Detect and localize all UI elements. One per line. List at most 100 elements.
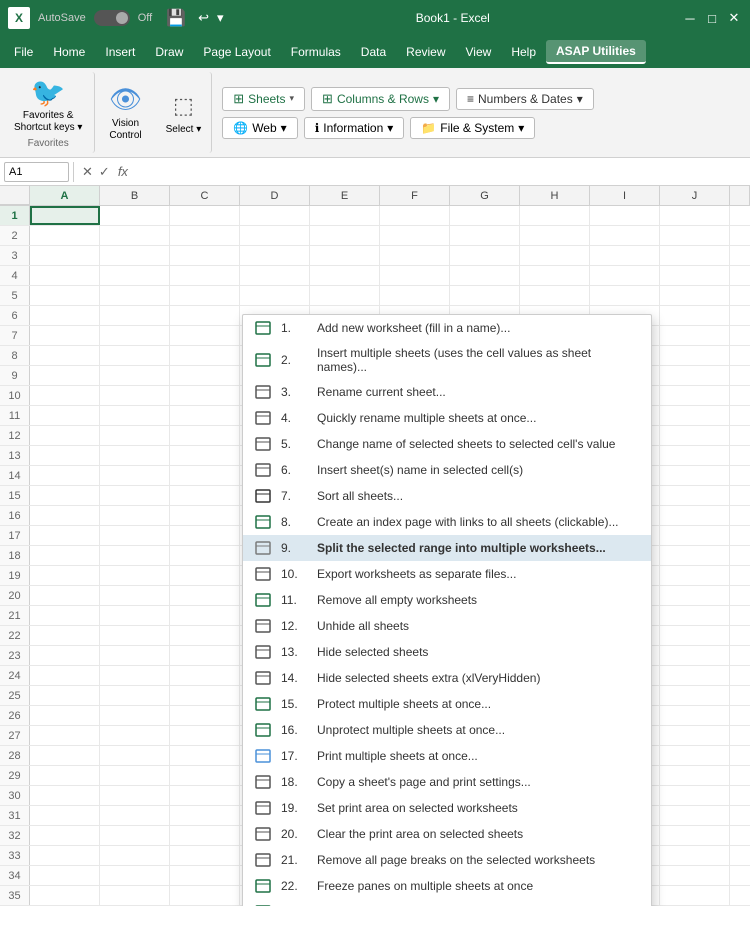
row-number[interactable]: 23 <box>0 646 30 665</box>
grid-cell[interactable] <box>100 246 170 265</box>
grid-cell[interactable] <box>100 546 170 565</box>
grid-cell[interactable] <box>100 686 170 705</box>
grid-cell[interactable] <box>380 226 450 245</box>
row-number[interactable]: 7 <box>0 326 30 345</box>
menu-review[interactable]: Review <box>396 41 455 63</box>
grid-cell[interactable] <box>660 486 730 505</box>
grid-cell[interactable] <box>170 726 240 745</box>
favorites-button[interactable]: 🐦 Favorites &Shortcut keys ▾ Favorites <box>8 72 95 153</box>
grid-cell[interactable] <box>100 286 170 305</box>
row-number[interactable]: 20 <box>0 586 30 605</box>
grid-cell[interactable] <box>310 226 380 245</box>
grid-cell[interactable] <box>170 246 240 265</box>
grid-cell[interactable] <box>590 226 660 245</box>
menu-asap-utilities[interactable]: ASAP Utilities <box>546 40 646 64</box>
grid-cell[interactable] <box>730 706 750 725</box>
grid-cell[interactable] <box>380 286 450 305</box>
grid-cell[interactable] <box>30 806 100 825</box>
grid-cell[interactable] <box>100 766 170 785</box>
grid-cell[interactable] <box>730 486 750 505</box>
grid-cell[interactable] <box>30 686 100 705</box>
grid-cell[interactable] <box>450 286 520 305</box>
row-number[interactable]: 33 <box>0 846 30 865</box>
autosave-toggle[interactable] <box>94 10 130 26</box>
grid-cell[interactable] <box>730 866 750 885</box>
col-header-C[interactable]: C <box>170 186 240 205</box>
grid-cell[interactable] <box>100 226 170 245</box>
grid-cell[interactable] <box>30 866 100 885</box>
list-item[interactable]: 9.Split the selected range into multiple… <box>243 535 651 561</box>
grid-cell[interactable] <box>30 726 100 745</box>
grid-cell[interactable] <box>100 486 170 505</box>
row-number[interactable]: 12 <box>0 426 30 445</box>
maximize-button[interactable]: □ <box>704 10 720 26</box>
row-number[interactable]: 25 <box>0 686 30 705</box>
grid-cell[interactable] <box>170 806 240 825</box>
list-item[interactable]: 7.Sort all sheets... <box>243 483 651 509</box>
grid-cell[interactable] <box>100 846 170 865</box>
menu-view[interactable]: View <box>456 41 502 63</box>
grid-cell[interactable] <box>660 506 730 525</box>
grid-cell[interactable] <box>30 306 100 325</box>
list-item[interactable]: 21.Remove all page breaks on the selecte… <box>243 847 651 873</box>
grid-cell[interactable] <box>30 366 100 385</box>
grid-cell[interactable] <box>730 286 750 305</box>
grid-cell[interactable] <box>30 646 100 665</box>
grid-cell[interactable] <box>100 886 170 905</box>
grid-cell[interactable] <box>660 566 730 585</box>
grid-cell[interactable] <box>100 506 170 525</box>
grid-cell[interactable] <box>660 466 730 485</box>
row-number[interactable]: 8 <box>0 346 30 365</box>
grid-cell[interactable] <box>730 586 750 605</box>
grid-cell[interactable] <box>450 266 520 285</box>
grid-cell[interactable] <box>170 346 240 365</box>
grid-cell[interactable] <box>170 426 240 445</box>
grid-cell[interactable] <box>730 306 750 325</box>
grid-cell[interactable] <box>30 266 100 285</box>
list-item[interactable]: 20.Clear the print area on selected shee… <box>243 821 651 847</box>
row-number[interactable]: 16 <box>0 506 30 525</box>
grid-cell[interactable] <box>30 786 100 805</box>
grid-cell[interactable] <box>730 406 750 425</box>
information-button[interactable]: ℹ Information ▾ <box>304 117 405 139</box>
grid-cell[interactable] <box>170 386 240 405</box>
grid-cell[interactable] <box>730 686 750 705</box>
grid-cell[interactable] <box>30 766 100 785</box>
grid-cell[interactable] <box>310 246 380 265</box>
grid-cell[interactable] <box>590 246 660 265</box>
col-header-I[interactable]: I <box>590 186 660 205</box>
close-button[interactable]: ✕ <box>726 10 742 26</box>
menu-insert[interactable]: Insert <box>95 41 145 63</box>
grid-cell[interactable] <box>660 826 730 845</box>
web-button[interactable]: 🌐 Web ▾ <box>222 117 297 139</box>
grid-cell[interactable] <box>660 606 730 625</box>
grid-cell[interactable] <box>100 446 170 465</box>
grid-cell[interactable] <box>100 566 170 585</box>
grid-cell[interactable] <box>660 526 730 545</box>
menu-home[interactable]: Home <box>43 41 95 63</box>
col-header-K[interactable]: K <box>730 186 750 205</box>
grid-cell[interactable] <box>30 526 100 545</box>
grid-cell[interactable] <box>170 866 240 885</box>
grid-cell[interactable] <box>30 406 100 425</box>
grid-cell[interactable] <box>170 366 240 385</box>
list-item[interactable]: 2.Insert multiple sheets (uses the cell … <box>243 341 651 379</box>
grid-cell[interactable] <box>520 206 590 225</box>
grid-cell[interactable] <box>30 606 100 625</box>
list-item[interactable]: 19.Set print area on selected worksheets <box>243 795 651 821</box>
grid-cell[interactable] <box>660 646 730 665</box>
grid-cell[interactable] <box>730 346 750 365</box>
grid-cell[interactable] <box>170 586 240 605</box>
menu-formulas[interactable]: Formulas <box>281 41 351 63</box>
grid-cell[interactable] <box>30 346 100 365</box>
row-number[interactable]: 3 <box>0 246 30 265</box>
grid-cell[interactable] <box>310 206 380 225</box>
grid-cell[interactable] <box>170 526 240 545</box>
grid-cell[interactable] <box>100 646 170 665</box>
grid-cell[interactable] <box>730 826 750 845</box>
list-item[interactable]: 4.Quickly rename multiple sheets at once… <box>243 405 651 431</box>
grid-cell[interactable] <box>660 846 730 865</box>
row-number[interactable]: 6 <box>0 306 30 325</box>
grid-cell[interactable] <box>100 606 170 625</box>
grid-cell[interactable] <box>660 406 730 425</box>
